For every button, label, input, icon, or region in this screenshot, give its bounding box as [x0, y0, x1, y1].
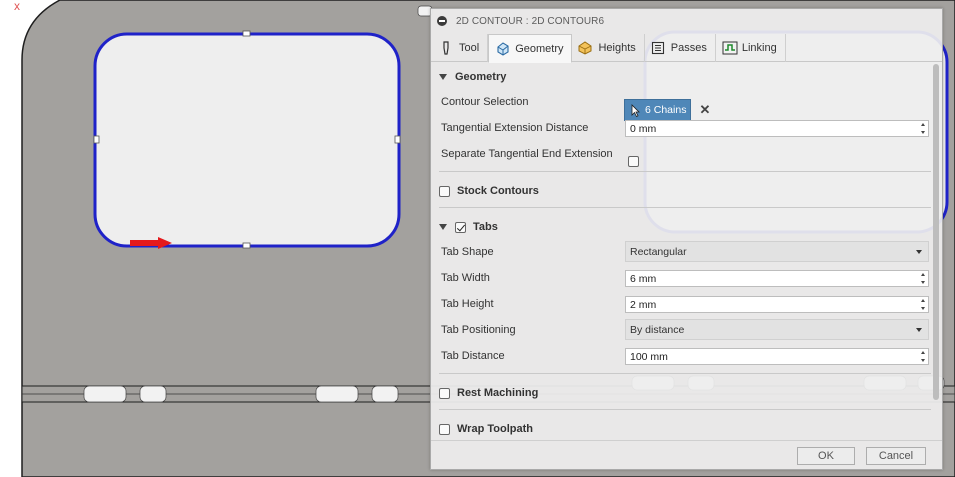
section-label: Tabs — [473, 221, 498, 233]
wrap-toolpath-section-header[interactable]: Wrap Toolpath — [439, 419, 533, 439]
collapse-icon[interactable] — [437, 16, 447, 26]
passes-icon — [651, 41, 665, 55]
expand-triangle-icon[interactable] — [439, 224, 447, 230]
tab-height-field[interactable]: 2 mm — [625, 296, 929, 313]
expand-triangle-icon[interactable] — [439, 74, 447, 80]
chevron-down-icon — [916, 328, 922, 332]
section-label: Stock Contours — [457, 185, 539, 197]
heights-icon — [578, 41, 592, 55]
tab-distance-field[interactable]: 100 mm — [625, 348, 929, 365]
select-value: Rectangular — [630, 245, 687, 258]
dialog-titlebar[interactable]: 2D CONTOUR : 2D CONTOUR6 — [431, 9, 942, 33]
contour-selection-label: Contour Selection — [441, 96, 529, 108]
section-divider — [439, 373, 931, 374]
dialog-scrollbar[interactable] — [932, 64, 940, 436]
tab-label: Tool — [459, 42, 480, 54]
tab-distance-label: Tab Distance — [441, 350, 505, 362]
spinner-icon[interactable] — [920, 272, 926, 285]
section-label: Geometry — [455, 71, 507, 83]
cursor-arrow-icon — [631, 103, 640, 117]
field-value: 0 mm — [630, 122, 657, 135]
stock-contours-checkbox[interactable] — [439, 185, 450, 197]
dialog-tabs: Tool Geometry Heights Passes Linking — [431, 34, 942, 63]
selected-contour[interactable] — [93, 32, 401, 248]
tab-marker[interactable] — [83, 385, 127, 403]
scrollbar-thumb[interactable] — [933, 64, 939, 400]
separate-end-extension-checkbox[interactable] — [628, 156, 639, 167]
section-label: Rest Machining — [457, 387, 539, 399]
tab-positioning-select[interactable]: By distance — [625, 319, 929, 340]
tab-label: Geometry — [515, 42, 564, 55]
section-label: Wrap Toolpath — [457, 423, 533, 435]
tab-height-label: Tab Height — [441, 298, 494, 310]
tool-icon — [439, 41, 453, 55]
axis-x-marker: x — [14, 0, 20, 13]
dialog-body: Geometry Contour Selection 6 Chains ✕ Ta… — [431, 63, 934, 439]
spinner-icon[interactable] — [920, 350, 926, 363]
tangential-extension-label: Tangential Extension Distance — [441, 122, 589, 134]
tab-label: Passes — [670, 42, 707, 54]
rest-machining-section-header[interactable]: Rest Machining — [439, 383, 538, 403]
tab-marker[interactable] — [139, 385, 167, 403]
select-value: By distance — [630, 323, 685, 336]
chevron-down-icon — [916, 250, 922, 254]
contour-dialog[interactable]: 2D CONTOUR : 2D CONTOUR6 Tool Geometry H… — [430, 8, 943, 470]
stock-contours-section-header[interactable]: Stock Contours — [439, 181, 539, 201]
tangential-extension-field[interactable]: 0 mm — [625, 120, 929, 137]
chains-button-label: 6 Chains — [645, 104, 687, 116]
tab-marker[interactable] — [371, 385, 399, 403]
dialog-footer: OK Cancel — [431, 440, 942, 470]
contour-handle[interactable] — [394, 135, 401, 144]
contour-handle[interactable] — [242, 242, 251, 249]
field-value: 2 mm — [630, 298, 657, 311]
spinner-icon[interactable] — [920, 298, 926, 311]
tab-marker[interactable] — [315, 385, 359, 403]
dialog-title: 2D CONTOUR : 2D CONTOUR6 — [456, 15, 605, 27]
field-value: 100 mm — [630, 350, 668, 363]
section-divider — [439, 171, 931, 172]
clear-selection-icon[interactable]: ✕ — [697, 100, 713, 120]
spinner-icon[interactable] — [920, 122, 926, 135]
cancel-button[interactable]: Cancel — [866, 447, 926, 465]
tab-passes[interactable]: Passes — [645, 34, 716, 62]
geometry-section-header[interactable]: Geometry — [439, 67, 506, 87]
tab-positioning-label: Tab Positioning — [441, 324, 516, 336]
rest-machining-checkbox[interactable] — [439, 387, 450, 399]
separate-end-extension-label: Separate Tangential End Extension — [441, 148, 613, 160]
tabs-section-header[interactable]: Tabs — [439, 217, 498, 237]
tab-label: Linking — [741, 42, 777, 54]
contour-chains-button[interactable]: 6 Chains — [624, 99, 691, 121]
tab-shape-select[interactable]: Rectangular — [625, 241, 929, 262]
tab-linking[interactable]: Linking — [716, 34, 786, 62]
tab-width-label: Tab Width — [441, 272, 490, 284]
tab-heights[interactable]: Heights — [572, 34, 645, 62]
contour-handle[interactable] — [93, 135, 100, 144]
tab-shape-label: Tab Shape — [441, 246, 494, 258]
linking-icon — [722, 41, 738, 55]
field-value: 6 mm — [630, 272, 657, 285]
ok-button[interactable]: OK — [797, 447, 855, 465]
tab-label: Heights — [598, 42, 636, 54]
wrap-toolpath-checkbox[interactable] — [439, 423, 450, 435]
section-divider — [439, 207, 931, 208]
tab-tool[interactable]: Tool — [433, 34, 489, 62]
tab-width-field[interactable]: 6 mm — [625, 270, 929, 287]
tab-geometry[interactable]: Geometry — [488, 34, 573, 63]
tabs-checkbox[interactable] — [455, 221, 466, 233]
contour-handle[interactable] — [242, 30, 251, 37]
section-divider — [439, 409, 931, 410]
geometry-icon — [495, 41, 509, 56]
